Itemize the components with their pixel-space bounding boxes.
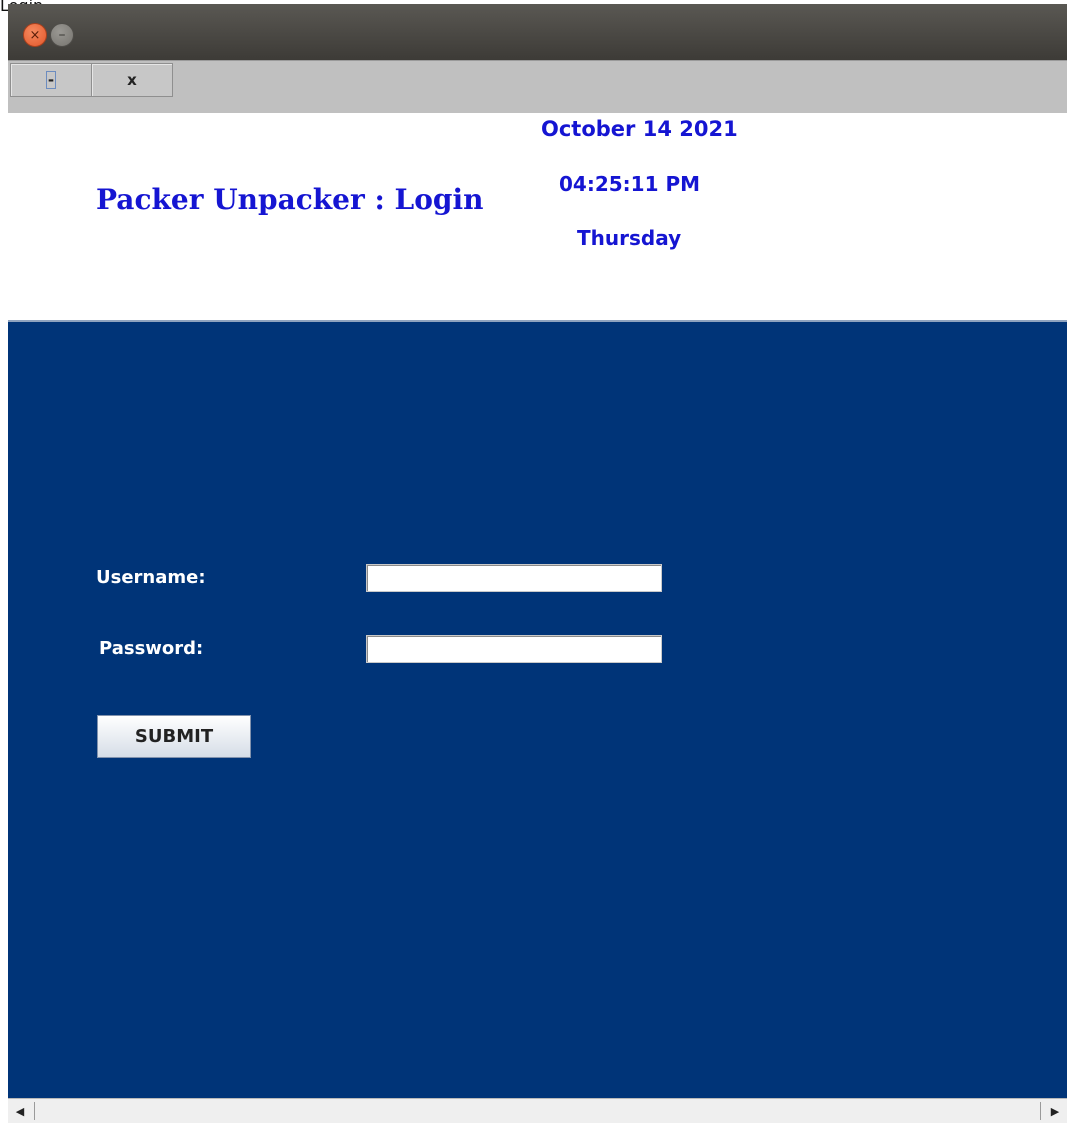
horizontal-scrollbar[interactable]: ◀ ▶ <box>8 1098 1067 1123</box>
login-panel: Username: Password: SUBMIT <box>8 320 1067 1100</box>
page-title: Packer Unpacker : Login <box>96 183 484 216</box>
minimize-button-label: - <box>45 71 57 89</box>
password-label: Password: <box>99 638 204 659</box>
toolbar: - x <box>8 60 1067 114</box>
day-label: Thursday <box>577 226 682 250</box>
scroll-left-icon[interactable]: ◀ <box>10 1102 30 1120</box>
header: Packer Unpacker : Login October 14 2021 … <box>8 113 1067 320</box>
submit-button[interactable]: SUBMIT <box>97 715 251 758</box>
minimize-button[interactable]: - <box>10 63 92 97</box>
window-minimize-icon[interactable]: – <box>50 23 74 47</box>
scroll-right-icon[interactable]: ▶ <box>1045 1102 1065 1120</box>
username-field[interactable] <box>366 564 662 592</box>
scroll-track[interactable] <box>34 1102 1041 1120</box>
username-label: Username: <box>96 567 206 588</box>
window-close-icon[interactable]: × <box>23 23 47 47</box>
close-button-label: x <box>127 71 137 89</box>
date-label: October 14 2021 <box>541 117 738 141</box>
close-button[interactable]: x <box>91 63 173 97</box>
window-titlebar[interactable]: × – <box>8 4 1067 60</box>
time-label: 04:25:11 PM <box>559 172 701 196</box>
password-field[interactable] <box>366 635 662 663</box>
